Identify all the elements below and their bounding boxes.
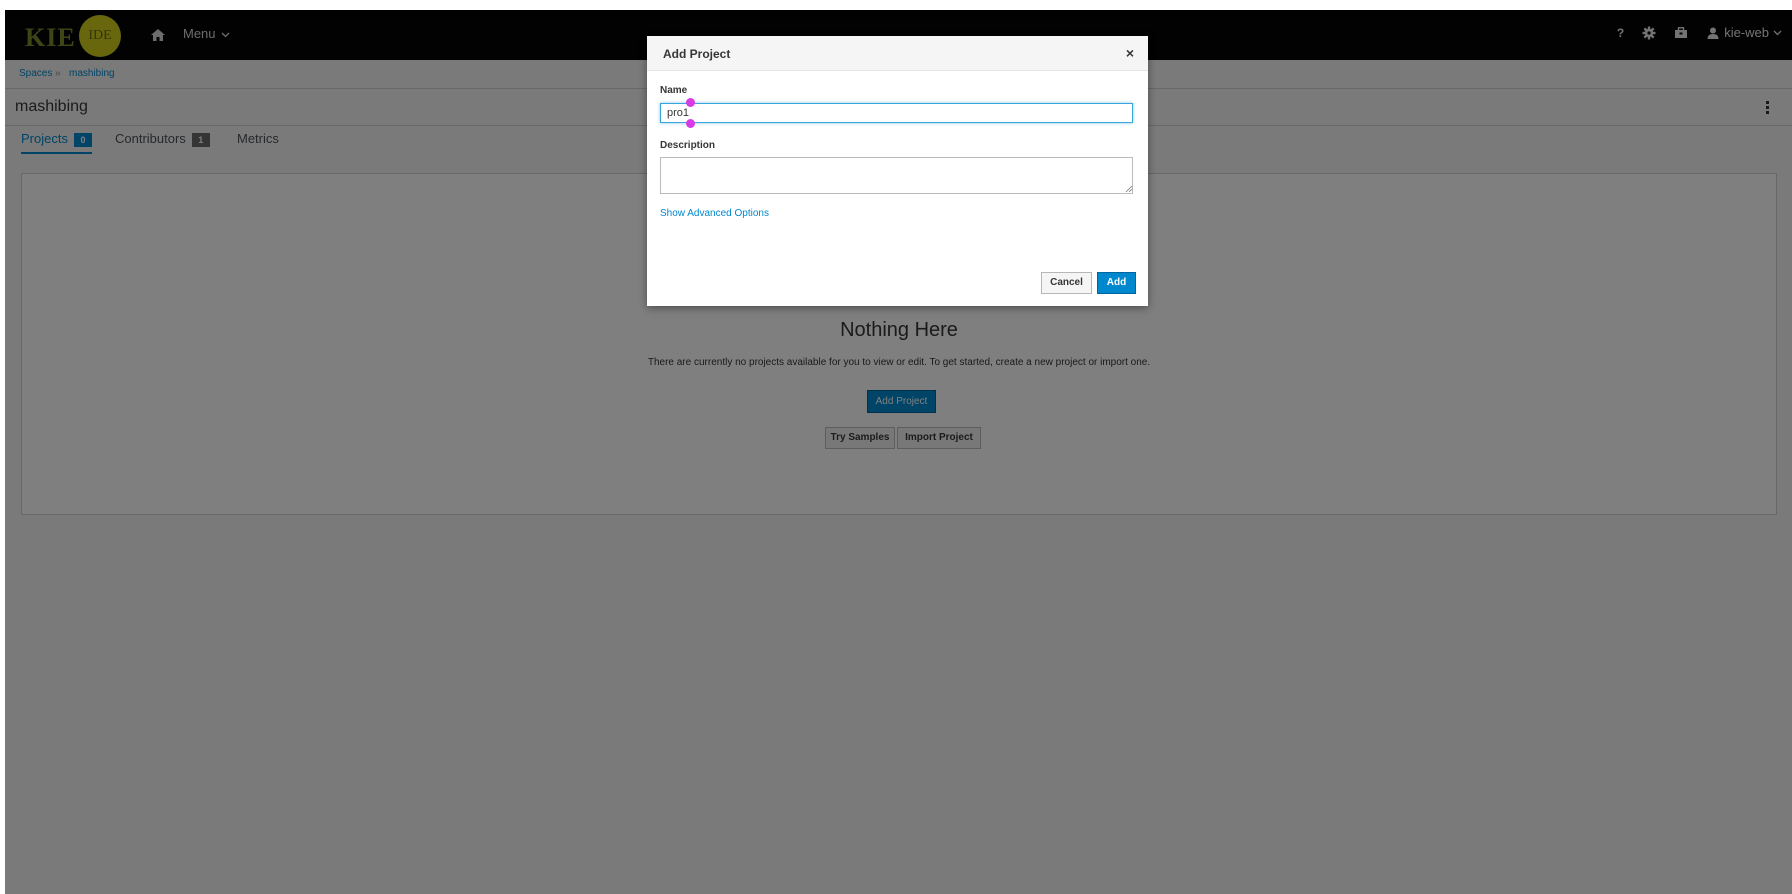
name-label: Name bbox=[660, 85, 688, 96]
add-project-dialog: Add Project × Name Description Show Adva… bbox=[647, 36, 1148, 306]
show-advanced-options-link[interactable]: Show Advanced Options bbox=[660, 208, 769, 219]
dialog-header: Add Project × bbox=[647, 36, 1148, 71]
add-button[interactable]: Add bbox=[1097, 272, 1136, 294]
project-name-input[interactable] bbox=[660, 103, 1133, 123]
resize-grip-icon[interactable] bbox=[1125, 185, 1133, 193]
project-description-input[interactable] bbox=[660, 157, 1133, 194]
close-icon[interactable]: × bbox=[1126, 45, 1134, 61]
dialog-title: Add Project bbox=[663, 47, 731, 61]
cancel-button[interactable]: Cancel bbox=[1041, 272, 1092, 294]
selection-handle-bottom[interactable] bbox=[686, 119, 695, 128]
description-label: Description bbox=[660, 140, 716, 151]
selection-handle-top[interactable] bbox=[686, 98, 695, 107]
